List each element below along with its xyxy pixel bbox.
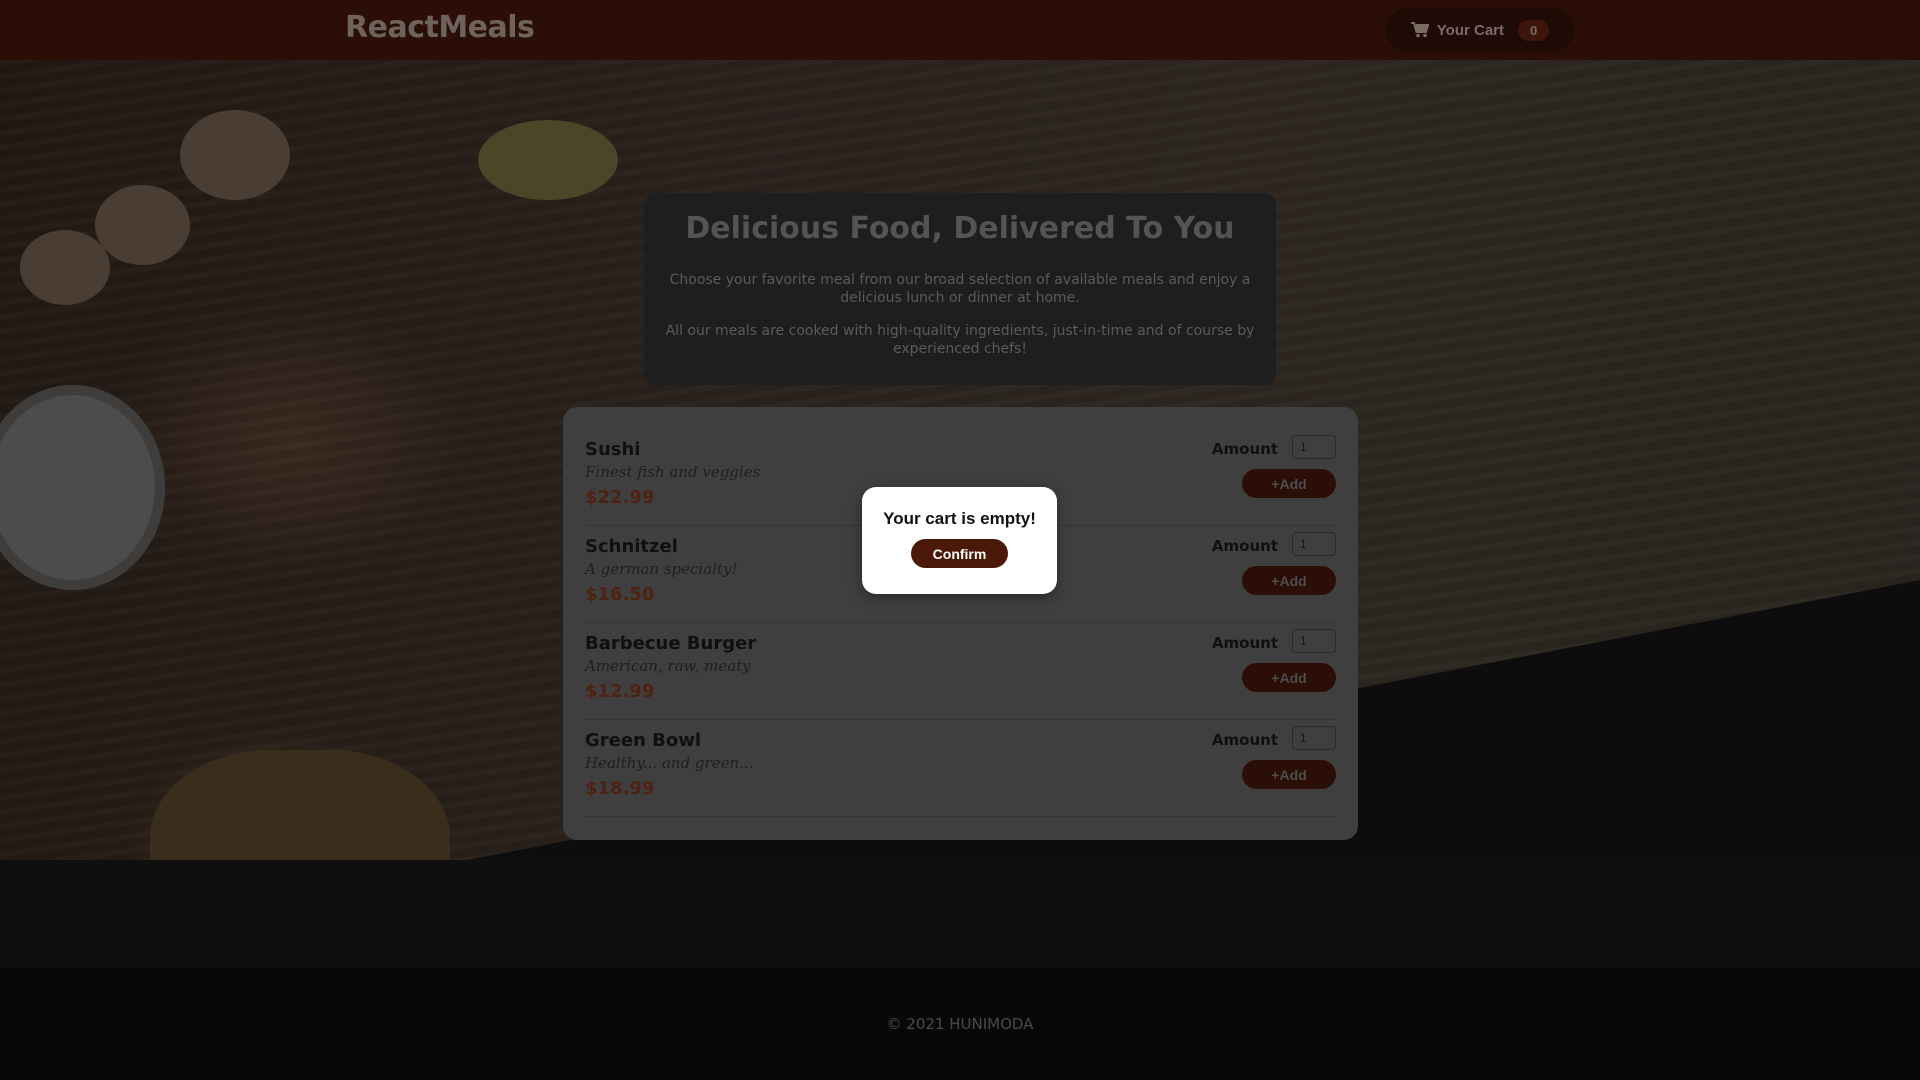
add-button[interactable]: +Add <box>1242 663 1336 692</box>
add-button[interactable]: +Add <box>1242 760 1336 789</box>
meal-description: American, raw, meaty <box>585 657 751 675</box>
add-button[interactable]: +Add <box>1242 566 1336 595</box>
mushroom-decoration <box>20 230 110 305</box>
meal-price: $16.50 <box>585 584 655 605</box>
amount-label: Amount <box>1211 440 1278 458</box>
meal-price: $12.99 <box>585 681 655 702</box>
summary-paragraph: Choose your favorite meal from our broad… <box>669 272 1251 306</box>
meal-item: Barbecue Burger American, raw, meaty $12… <box>585 623 1336 720</box>
amount-label: Amount <box>1211 634 1278 652</box>
confirm-button[interactable]: Confirm <box>911 539 1008 568</box>
dark-band <box>0 860 1920 968</box>
header: ReactMeals Your Cart 0 <box>0 0 1920 60</box>
meal-description: Finest fish and veggies <box>585 463 761 481</box>
cart-button[interactable]: Your Cart 0 <box>1386 8 1574 52</box>
amount-input[interactable] <box>1292 726 1336 750</box>
amount-input[interactable] <box>1292 629 1336 653</box>
footer: © 2021 HUNIMODA <box>0 968 1920 1080</box>
meal-price: $22.99 <box>585 487 655 508</box>
cart-icon <box>1410 22 1430 38</box>
logo: ReactMeals <box>345 10 535 45</box>
add-button[interactable]: +Add <box>1242 469 1336 498</box>
summary-paragraph: All our meals are cooked with high-quali… <box>665 323 1255 357</box>
corn-decoration <box>478 120 618 200</box>
amount-input[interactable] <box>1292 435 1336 459</box>
meal-name: Green Bowl <box>585 730 702 751</box>
meal-description: Healthy... and green... <box>585 754 754 772</box>
meal-price: $18.99 <box>585 778 655 799</box>
mushroom-decoration <box>95 185 190 265</box>
meal-item: Green Bowl Healthy... and green... $18.9… <box>585 720 1336 817</box>
meals-summary: Delicious Food, Delivered To You Choose … <box>644 193 1276 385</box>
footer-copyright: © 2021 HUNIMODA <box>886 1015 1034 1033</box>
amount-label: Amount <box>1211 537 1278 555</box>
mushroom-decoration <box>180 110 290 200</box>
page: ReactMeals Your Cart 0 Delicious Food, D… <box>0 0 1920 1080</box>
meals-list: Sushi Finest fish and veggies $22.99 Amo… <box>563 407 1358 840</box>
cart-count-badge: 0 <box>1518 19 1550 41</box>
meal-name: Sushi <box>585 439 641 460</box>
amount-label: Amount <box>1211 731 1278 749</box>
meal-name: Schnitzel <box>585 536 678 557</box>
empty-cart-modal: Your cart is empty! Confirm <box>862 487 1057 594</box>
summary-title: Delicious Food, Delivered To You <box>685 211 1235 246</box>
meal-description: A german specialty! <box>585 560 738 578</box>
modal-message: Your cart is empty! <box>883 509 1036 528</box>
meal-name: Barbecue Burger <box>585 633 757 654</box>
cart-label: Your Cart <box>1436 21 1504 39</box>
amount-input[interactable] <box>1292 532 1336 556</box>
